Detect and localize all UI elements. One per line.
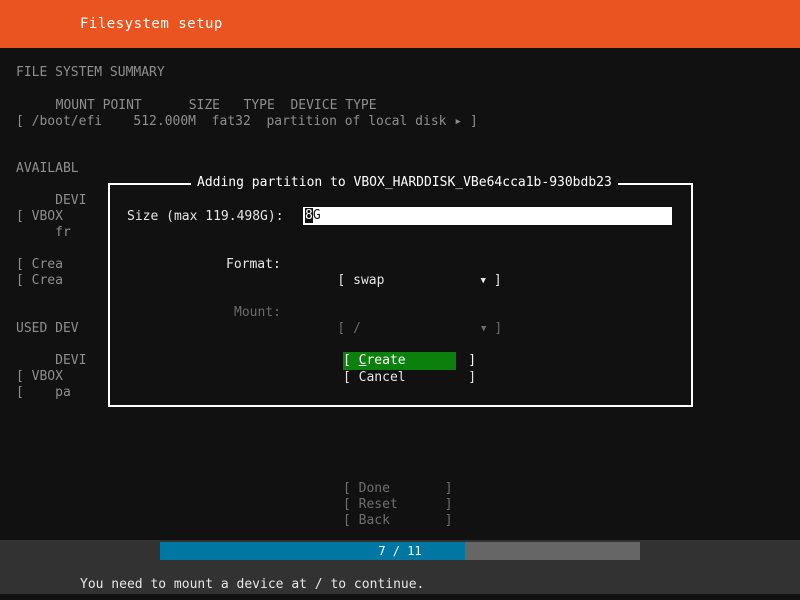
chevron-down-icon-mount[interactable]: ▼ bbox=[481, 324, 486, 334]
size-input[interactable]: 8G bbox=[303, 207, 672, 225]
used-devices-heading: USED DEV bbox=[16, 321, 79, 336]
available-devices-heading: AVAILABL bbox=[16, 161, 79, 176]
available-device-header: DEVI bbox=[16, 193, 87, 208]
create-action-row-1[interactable]: [ Crea bbox=[16, 257, 63, 273]
status-message: You need to mount a device at / to conti… bbox=[80, 577, 425, 592]
text-cursor: 8 bbox=[305, 208, 313, 223]
mount-select-value: / bbox=[353, 321, 361, 336]
dialog-title: Adding partition to VBOX_HARDDISK_VBe64c… bbox=[191, 175, 618, 191]
chevron-down-icon[interactable]: ▼ bbox=[480, 276, 485, 286]
terminal-screen: Filesystem setup FILE SYSTEM SUMMARY MOU… bbox=[0, 0, 800, 600]
app-header: Filesystem setup bbox=[0, 0, 800, 48]
back-button[interactable]: [ Back ] bbox=[343, 513, 453, 529]
available-device-row-free: fr bbox=[16, 225, 71, 240]
format-select-value: swap bbox=[353, 273, 385, 288]
available-device-row[interactable]: [ VBOX bbox=[16, 209, 63, 225]
progress-bar: 7 / 11 bbox=[160, 542, 640, 560]
size-input-rest: G bbox=[312, 208, 321, 223]
create-button[interactable]: [ Create ] bbox=[343, 352, 476, 370]
done-button[interactable]: [ Done ] bbox=[343, 481, 453, 497]
used-device-partition-row[interactable]: [ pa bbox=[16, 385, 71, 401]
cancel-button[interactable]: [ Cancel ] bbox=[343, 369, 476, 387]
summary-column-headers: MOUNT POINT SIZE TYPE DEVICE TYPE bbox=[40, 98, 377, 113]
mount-select[interactable]: [ / ▼] bbox=[306, 305, 502, 353]
summary-row-boot-efi[interactable]: [ /boot/efi 512.000M fat32 partition of … bbox=[16, 114, 478, 130]
format-select[interactable]: [ swap ▼] bbox=[306, 257, 501, 305]
used-device-header: DEVI bbox=[16, 353, 87, 368]
format-open-bracket: [ bbox=[337, 273, 346, 288]
mount-open-bracket: [ bbox=[337, 321, 346, 336]
format-close-bracket: ] bbox=[493, 273, 502, 288]
used-device-row[interactable]: [ VBOX bbox=[16, 369, 63, 385]
create-button-suffix: reate ] bbox=[366, 353, 477, 368]
progress-bar-label: 7 / 11 bbox=[378, 544, 422, 558]
create-action-row-2[interactable]: [ Crea bbox=[16, 273, 63, 289]
create-button-prefix: [ bbox=[343, 353, 359, 368]
size-field-label: Size (max 119.498G): bbox=[127, 209, 284, 224]
mount-close-bracket: ] bbox=[494, 321, 503, 336]
mount-field-label: Mount: bbox=[234, 305, 281, 320]
page-title: Filesystem setup bbox=[80, 16, 223, 32]
format-field-label: Format: bbox=[226, 257, 281, 272]
file-system-summary-heading: FILE SYSTEM SUMMARY bbox=[16, 65, 165, 80]
reset-button[interactable]: [ Reset ] bbox=[343, 497, 453, 513]
bottom-strip bbox=[0, 594, 800, 600]
